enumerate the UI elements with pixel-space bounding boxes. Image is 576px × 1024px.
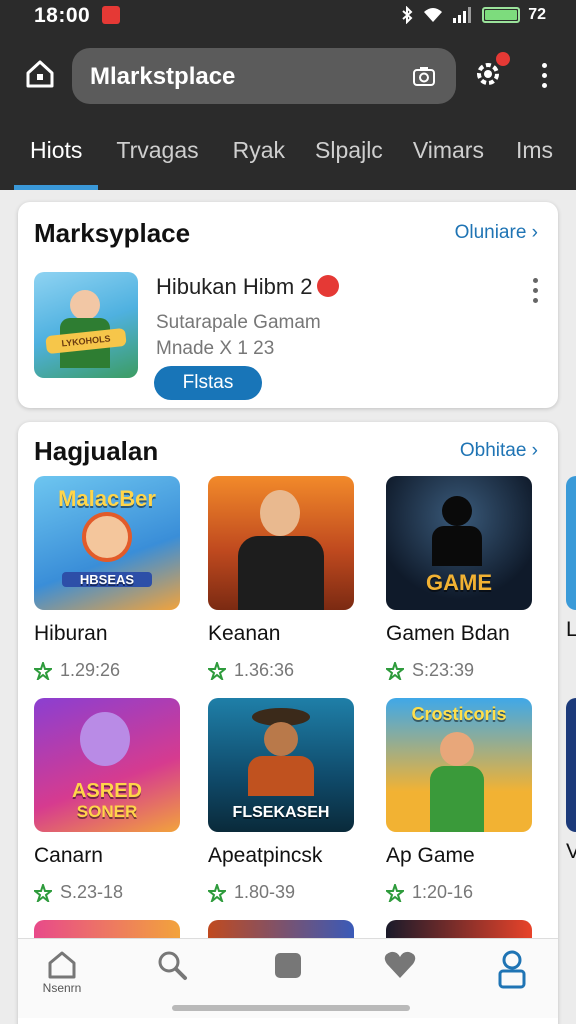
profile-icon — [498, 950, 526, 989]
status-bar: 18:00 72 — [0, 0, 576, 34]
nav-library[interactable] — [258, 949, 318, 1009]
battery-level: 72 — [528, 6, 546, 23]
star-icon — [208, 883, 226, 902]
emoji-icon — [316, 275, 339, 297]
game-thumbnail — [208, 476, 354, 610]
featured-meta: Mnade X 1 23 — [156, 338, 275, 359]
home-icon[interactable] — [22, 56, 58, 92]
game-meta: 1.80-39 — [208, 882, 354, 903]
nav-home-label: Nsenrn — [42, 981, 82, 995]
featured-action-button[interactable]: Flstas — [154, 366, 262, 400]
nav-search[interactable] — [142, 949, 202, 1009]
library-icon — [275, 953, 301, 978]
game-meta: S:23:39 — [386, 660, 532, 681]
tab-vimars[interactable]: Vimars — [413, 128, 484, 190]
star-icon — [386, 661, 404, 680]
tab-hiots[interactable]: Hiots — [13, 128, 99, 190]
peek-label: L — [566, 618, 576, 641]
game-card[interactable]: MalacBer HBSEAS Hiburan 1.29:26 — [34, 476, 180, 681]
search-icon — [158, 951, 187, 980]
game-title: Apeatpincsk — [208, 844, 323, 867]
nav-home[interactable]: Nsenrn — [32, 949, 92, 1009]
star-icon — [208, 661, 226, 680]
peek-label: V — [566, 840, 576, 863]
game-title: Canarn — [34, 844, 103, 867]
star-icon — [386, 883, 404, 902]
featured-card: Marksyplace Oluniare › LYKOHOLS Hibukan … — [18, 202, 558, 408]
home-icon — [48, 951, 76, 979]
game-thumbnail: FLSEKASEH — [208, 698, 354, 832]
camera-icon[interactable] — [412, 64, 436, 88]
search-text: Mlarkstplace — [90, 63, 236, 90]
wifi-icon — [424, 8, 443, 22]
featured-title: Marksyplace — [34, 218, 191, 248]
game-title: Hiburan — [34, 622, 108, 645]
search-bar[interactable]: Mlarkstplace — [72, 48, 456, 104]
game-thumbnail: ASRED SONER — [34, 698, 180, 832]
featured-item-title[interactable]: Hibukan Hibm 2 — [156, 274, 339, 300]
game-meta: S.23-18 — [34, 882, 180, 903]
more-options-icon[interactable] — [530, 60, 558, 92]
game-thumbnail: GAME — [386, 476, 532, 610]
tab-ims[interactable]: Ims — [516, 128, 553, 190]
game-card[interactable]: FLSEKASEH Apeatpincsk 1.80-39 — [208, 698, 354, 903]
game-card[interactable]: GAME Gamen Bdan S:23:39 — [386, 476, 532, 681]
tab-slpajlc[interactable]: Slpajlc — [315, 128, 383, 190]
featured-more-icon[interactable] — [530, 278, 540, 308]
bluetooth-icon — [402, 6, 413, 24]
section-title: Hagjualan — [34, 436, 159, 466]
nav-favorites[interactable] — [370, 949, 430, 1009]
game-meta: 1.36:36 — [208, 660, 354, 681]
notification-icon — [102, 6, 120, 24]
game-title: Ap Game — [386, 844, 475, 867]
game-thumbnail: MalacBer HBSEAS — [34, 476, 180, 610]
status-right: 72 — [400, 6, 546, 24]
game-meta: 1:20-16 — [386, 882, 532, 903]
notification-badge — [496, 52, 510, 66]
home-indicator[interactable] — [172, 1005, 410, 1011]
main-content: Marksyplace Oluniare › LYKOHOLS Hibukan … — [0, 190, 576, 1024]
game-title: Gamen Bdan — [386, 622, 510, 645]
featured-subtitle: Sutarapale Gamam — [156, 312, 321, 333]
featured-see-all-link[interactable]: Oluniare › — [455, 222, 538, 244]
star-icon — [34, 883, 52, 902]
section-see-all-link[interactable]: Obhitae › — [460, 440, 538, 462]
signal-icon — [453, 7, 472, 23]
settings-button[interactable] — [470, 52, 510, 92]
status-time: 18:00 — [34, 4, 91, 27]
peek-thumbnail[interactable] — [566, 476, 576, 610]
tab-ryak[interactable]: Ryak — [233, 128, 285, 190]
game-title: Keanan — [208, 622, 281, 645]
top-bar: 18:00 72 Mlarkstplace Hiots Trvagas Ryak… — [0, 0, 576, 190]
featured-thumbnail[interactable]: LYKOHOLS — [34, 272, 138, 378]
star-icon — [34, 661, 52, 680]
game-card[interactable]: Crosticoris Ap Game 1:20-16 — [386, 698, 532, 903]
nav-profile[interactable] — [482, 949, 542, 1009]
game-card[interactable]: Keanan 1.36:36 — [208, 476, 354, 681]
tab-trvagas[interactable]: Trvagas — [116, 128, 198, 190]
battery-icon — [482, 7, 521, 23]
games-section-card: Hagjualan Obhitae › MalacBer HBSEAS Hibu… — [18, 422, 558, 1024]
game-card[interactable]: ASRED SONER Canarn S.23-18 — [34, 698, 180, 903]
heart-icon — [384, 951, 416, 978]
game-thumbnail: Crosticoris — [386, 698, 532, 832]
app-header: Mlarkstplace — [0, 44, 576, 108]
game-meta: 1.29:26 — [34, 660, 180, 681]
peek-thumbnail[interactable] — [566, 698, 576, 832]
category-tabs: Hiots Trvagas Ryak Slpajlc Vimars Ims — [0, 128, 576, 190]
